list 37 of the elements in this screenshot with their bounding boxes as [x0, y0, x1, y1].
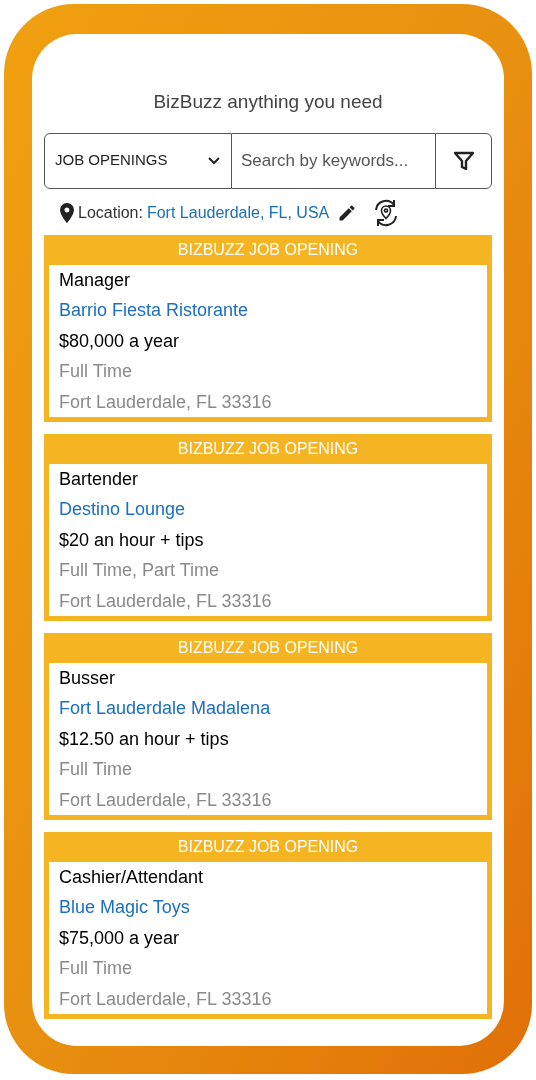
chevron-down-icon [207, 155, 221, 166]
job-address: Fort Lauderdale, FL 33316 [59, 589, 273, 613]
job-title: Busser [59, 666, 117, 690]
filter-icon [453, 150, 474, 171]
job-pay: $20 an hour + tips [59, 528, 205, 552]
company-link[interactable]: Barrio Fiesta Ristorante [59, 297, 477, 323]
filter-button[interactable] [435, 132, 492, 189]
location-pin-icon [60, 202, 74, 223]
job-card[interactable]: BIZBUZZ JOB OPENING Busser Fort Lauderdale Madalena $12.50 an hour + tips Full Time Fort Lauderdale, FL 33316 [44, 632, 492, 820]
banner-title: BIZBUZZ JOB OPENING [176, 637, 360, 658]
category-dropdown[interactable]: JOB OPENINGS [44, 132, 232, 189]
job-card[interactable]: BIZBUZZ JOB OPENING Bartender Destino Lounge $20 an hour + tips Full Time, Part Time Fort Lauderdale, FL 33316 [44, 433, 492, 621]
job-pay: $75,000 a year [59, 926, 181, 950]
banner-title: BIZBUZZ JOB OPENING [176, 836, 360, 857]
job-address: Fort Lauderdale, FL 33316 [59, 987, 273, 1011]
job-type: Full Time [59, 758, 133, 781]
company-link[interactable]: Blue Magic Toys [59, 894, 477, 920]
job-type: Full Time, Part Time [59, 559, 221, 582]
banner-title: BIZBUZZ JOB OPENING [176, 239, 360, 260]
location-label: Location: [78, 202, 143, 223]
job-title: Cashier/Attendant [59, 865, 205, 889]
banner-title: BIZBUZZ JOB OPENING [176, 438, 360, 459]
job-address: Fort Lauderdale, FL 33316 [59, 390, 273, 414]
company-link[interactable]: Fort Lauderdale Madalena [59, 695, 477, 721]
job-type: Full Time [59, 957, 133, 980]
job-title: Bartender [59, 467, 140, 491]
search-field[interactable]: Search by keywords... [232, 132, 435, 189]
job-address: Fort Lauderdale, FL 33316 [59, 788, 273, 812]
company-link[interactable]: Destino Lounge [59, 496, 477, 522]
job-title: Manager [59, 268, 132, 292]
job-pay: $12.50 an hour + tips [59, 727, 230, 751]
location-link[interactable]: Fort Lauderdale, FL, USA [146, 200, 330, 225]
job-pay: $80,000 a year [59, 329, 181, 353]
job-card[interactable]: BIZBUZZ JOB OPENING Manager Barrio Fiesta Ristorante $80,000 a year Full Time Fort Lauderdale, FL 33316 [44, 234, 492, 422]
app-title: BizBuzz anything you need [152, 90, 384, 114]
job-type: Full Time [59, 360, 133, 383]
job-card[interactable]: BIZBUZZ JOB OPENING Cashier/Attendant Blue Magic Toys $75,000 a year Full Time Fort Lauderdale, FL 33316 [44, 831, 492, 1019]
